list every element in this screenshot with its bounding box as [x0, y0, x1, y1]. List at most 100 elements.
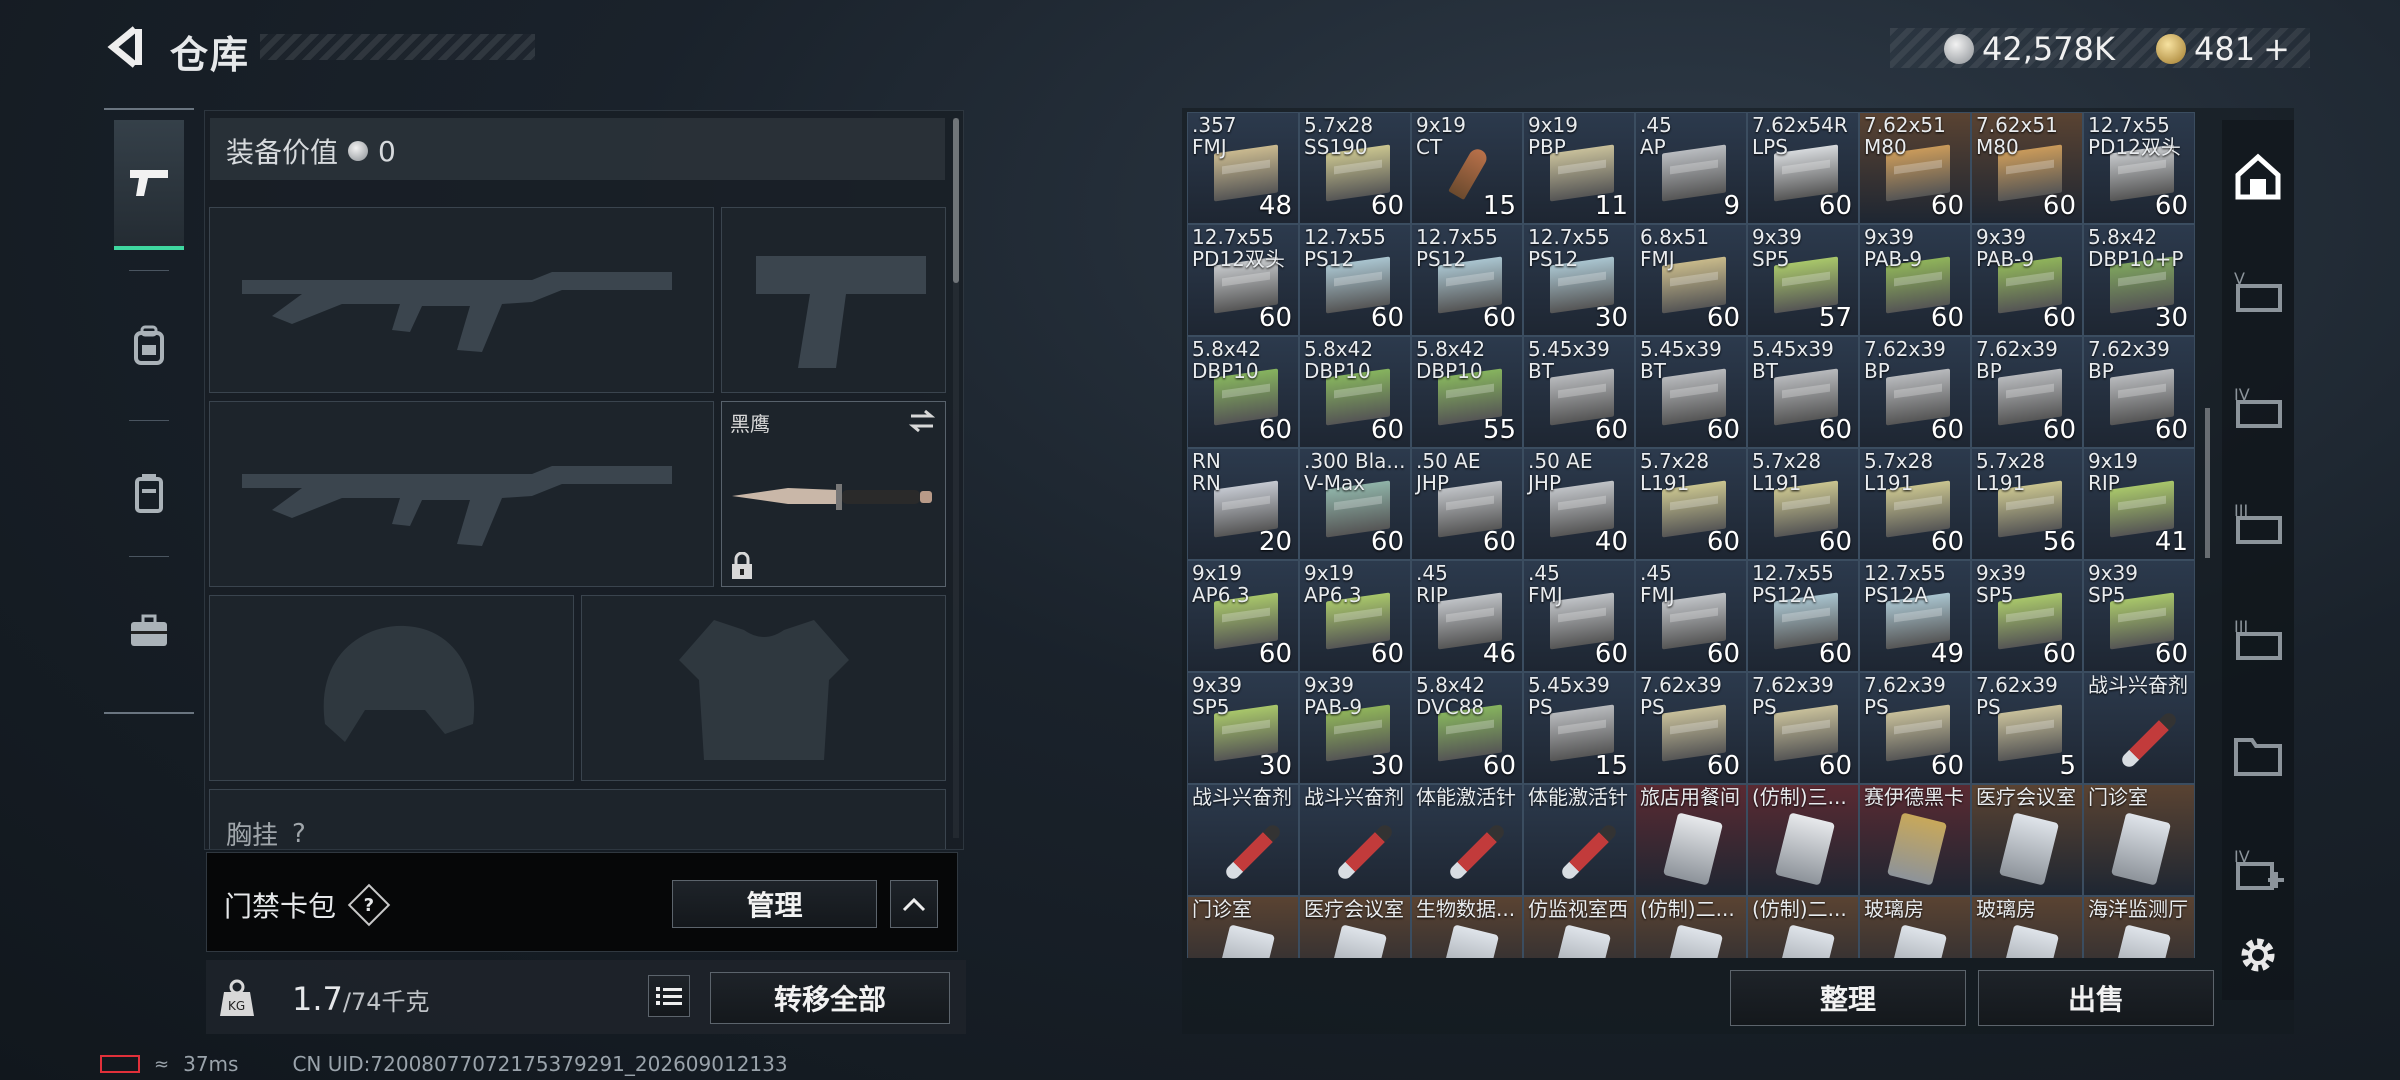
back-button[interactable] — [100, 22, 150, 72]
list-view-button[interactable] — [648, 975, 690, 1017]
helmet-slot[interactable] — [209, 595, 574, 781]
tab-case[interactable] — [114, 566, 184, 696]
inventory-item[interactable]: 12.7x55 PS12 30 — [1523, 224, 1635, 336]
warehouse-grid[interactable]: .357 FMJ 48 5.7x28 SS190 60 9x19 CT 15 9x19 PB… — [1187, 112, 2202, 958]
melee-slot[interactable]: 黑鹰 — [721, 401, 946, 587]
filter-tier-iii-b[interactable]: III — [2222, 584, 2294, 694]
inventory-item[interactable]: 医疗会议室 — [1299, 896, 1411, 958]
currency-gold[interactable]: 481 + — [2156, 30, 2290, 68]
inventory-item[interactable]: 7.62x39 BP 60 — [1971, 336, 2083, 448]
chest-help-icon[interactable]: ? — [292, 819, 306, 849]
inventory-item[interactable]: 7.62x39 PS 60 — [1747, 672, 1859, 784]
pistol-slot[interactable] — [721, 207, 946, 393]
inventory-item[interactable]: 5.7x28 L191 60 — [1747, 448, 1859, 560]
inventory-item[interactable]: 门诊室 — [1187, 896, 1299, 958]
inventory-item[interactable]: 9x39 SP5 60 — [2083, 560, 2195, 672]
inventory-item[interactable]: 9x39 PAB-9 30 — [1299, 672, 1411, 784]
inventory-item[interactable]: 9x39 PAB-9 60 — [1971, 224, 2083, 336]
inventory-item[interactable]: 7.62x39 PS 5 — [1971, 672, 2083, 784]
settings-button[interactable] — [2222, 920, 2294, 990]
tab-weapons[interactable] — [114, 120, 184, 250]
filter-tier-iv[interactable]: IV — [2222, 352, 2294, 462]
inventory-item[interactable]: 9x19 AP6.3 60 — [1187, 560, 1299, 672]
armor-slot[interactable] — [581, 595, 946, 781]
inventory-item[interactable]: 战斗兴奋剂 — [1187, 784, 1299, 896]
inventory-item[interactable]: 战斗兴奋剂 — [1299, 784, 1411, 896]
inventory-item[interactable]: 生物数据... — [1411, 896, 1523, 958]
inventory-item[interactable]: 9x39 SP5 57 — [1747, 224, 1859, 336]
organize-button[interactable]: 整理 — [1730, 970, 1966, 1026]
inventory-item[interactable]: 5.7x28 SS190 60 — [1299, 112, 1411, 224]
inventory-item[interactable]: (仿制)二... — [1747, 896, 1859, 958]
inventory-item[interactable]: .45 FMJ 60 — [1523, 560, 1635, 672]
inventory-item[interactable]: 医疗会议室 — [1971, 784, 2083, 896]
inventory-item[interactable]: 玻璃房 — [1971, 896, 2083, 958]
sell-button[interactable]: 出售 — [1978, 970, 2214, 1026]
inventory-item[interactable]: 7.62x51 M80 60 — [1971, 112, 2083, 224]
help-icon[interactable]: ? — [347, 883, 391, 927]
filter-folder[interactable] — [2222, 700, 2294, 810]
manage-button[interactable]: 管理 — [672, 880, 877, 928]
inventory-item[interactable]: 5.8x42 DBP10+P 30 — [2083, 224, 2195, 336]
inventory-item[interactable]: 5.8x42 DBP10 55 — [1411, 336, 1523, 448]
filter-all-safe[interactable] — [2222, 122, 2294, 232]
inventory-item[interactable]: (仿制)三... — [1747, 784, 1859, 896]
chest-rig-slot[interactable] — [209, 789, 946, 849]
inventory-item[interactable]: 5.7x28 L191 56 — [1971, 448, 2083, 560]
inventory-item[interactable]: 5.7x28 L191 60 — [1635, 448, 1747, 560]
add-currency-button[interactable]: + — [2263, 30, 2290, 68]
inventory-item[interactable]: 12.7x55 PD12双头 60 — [2083, 112, 2195, 224]
inventory-item[interactable]: 7.62x39 PS 60 — [1859, 672, 1971, 784]
secondary-weapon-slot[interactable] — [209, 401, 714, 587]
inventory-item[interactable]: 体能激活针 — [1523, 784, 1635, 896]
inventory-item[interactable]: 7.62x51 M80 60 — [1859, 112, 1971, 224]
inventory-item[interactable]: 5.45x39 BT 60 — [1747, 336, 1859, 448]
inventory-item[interactable]: .357 FMJ 48 — [1187, 112, 1299, 224]
inventory-item[interactable]: 12.7x55 PS12A 60 — [1747, 560, 1859, 672]
inventory-item[interactable]: 9x19 AP6.3 60 — [1299, 560, 1411, 672]
filter-tier-iii-a[interactable]: III — [2222, 468, 2294, 578]
inventory-item[interactable]: 体能激活针 — [1411, 784, 1523, 896]
inventory-item[interactable]: 6.8x51 FMJ 60 — [1635, 224, 1747, 336]
inventory-item[interactable]: 12.7x55 PS12A 49 — [1859, 560, 1971, 672]
tab-backpack[interactable] — [114, 280, 184, 410]
primary-weapon-slot[interactable] — [209, 207, 714, 393]
transfer-all-button[interactable]: 转移全部 — [710, 972, 950, 1024]
inventory-item[interactable]: 5.8x42 DBP10 60 — [1299, 336, 1411, 448]
inventory-item[interactable]: 5.45x39 PS 15 — [1523, 672, 1635, 784]
inventory-item[interactable]: 旅店用餐间 — [1635, 784, 1747, 896]
inventory-item[interactable]: 12.7x55 PD12双头 60 — [1187, 224, 1299, 336]
tab-vest[interactable] — [114, 428, 184, 558]
inventory-item[interactable]: .45 AP 9 — [1635, 112, 1747, 224]
warehouse-scroll-thumb[interactable] — [2205, 408, 2210, 558]
inventory-item[interactable]: .45 RIP 46 — [1411, 560, 1523, 672]
inventory-item[interactable]: 玻璃房 — [1859, 896, 1971, 958]
inventory-item[interactable]: 7.62x54R LPS 60 — [1747, 112, 1859, 224]
inventory-item[interactable]: 7.62x39 PS 60 — [1635, 672, 1747, 784]
inventory-item[interactable]: 9x39 SP5 30 — [1187, 672, 1299, 784]
filter-tier-iv-add[interactable]: IV — [2222, 814, 2294, 924]
inventory-item[interactable]: (仿制)二... — [1635, 896, 1747, 958]
inventory-item[interactable]: 5.8x42 DVC88 60 — [1411, 672, 1523, 784]
inventory-item[interactable]: .45 FMJ 60 — [1635, 560, 1747, 672]
inventory-item[interactable]: 12.7x55 PS12 60 — [1411, 224, 1523, 336]
inventory-item[interactable]: 5.45x39 BT 60 — [1635, 336, 1747, 448]
inventory-item[interactable]: 9x19 CT 15 — [1411, 112, 1523, 224]
inventory-item[interactable]: 9x39 SP5 60 — [1971, 560, 2083, 672]
inventory-item[interactable]: 9x19 RIP 41 — [2083, 448, 2195, 560]
inventory-item[interactable]: 12.7x55 PS12 60 — [1299, 224, 1411, 336]
inventory-item[interactable]: 5.45x39 BT 60 — [1523, 336, 1635, 448]
inventory-item[interactable]: .50 AE JHP 40 — [1523, 448, 1635, 560]
inventory-item[interactable]: 9x39 PAB-9 60 — [1859, 224, 1971, 336]
collapse-button[interactable] — [890, 880, 938, 928]
inventory-item[interactable]: 战斗兴奋剂 — [2083, 672, 2195, 784]
inventory-item[interactable]: 5.7x28 L191 60 — [1859, 448, 1971, 560]
inventory-item[interactable]: RN RN 20 — [1187, 448, 1299, 560]
inventory-item[interactable]: 7.62x39 BP 60 — [1859, 336, 1971, 448]
inventory-item[interactable]: 海洋监测厅 — [2083, 896, 2195, 958]
inventory-item[interactable]: 门诊室 — [2083, 784, 2195, 896]
swap-icon[interactable] — [907, 408, 937, 434]
inventory-item[interactable]: .50 AE JHP 60 — [1411, 448, 1523, 560]
inventory-item[interactable]: .300 Bla... V-Max 60 — [1299, 448, 1411, 560]
inventory-item[interactable]: 5.8x42 DBP10 60 — [1187, 336, 1299, 448]
